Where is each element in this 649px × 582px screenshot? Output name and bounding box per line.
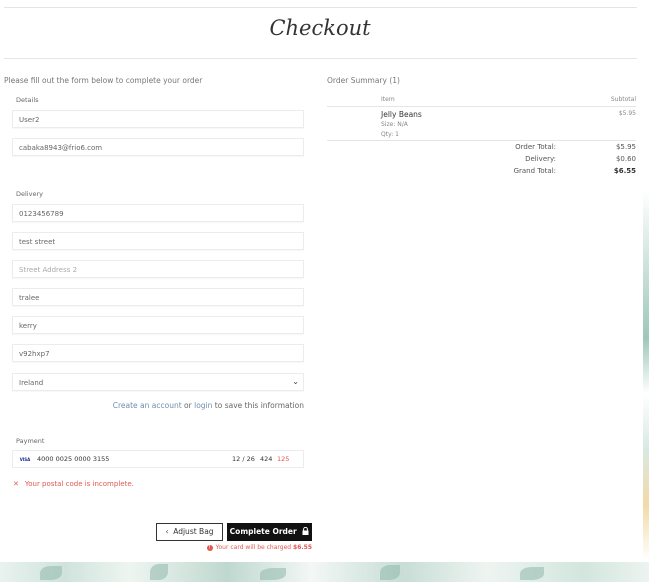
card-element[interactable]: VISA 4000 0025 0000 3155 12 / 26 424 125 <box>12 450 304 468</box>
town-field[interactable]: tralee <box>12 288 304 306</box>
order-summary-title: Order Summary (1) <box>327 76 400 85</box>
username-field[interactable]: User2 <box>12 110 304 128</box>
adjust-bag-button[interactable]: ‹ Adjust Bag <box>156 523 223 541</box>
header-top-divider <box>4 7 637 8</box>
phone-field[interactable]: 0123456789 <box>12 204 304 222</box>
summary-col-item: Item <box>381 96 395 103</box>
chevron-left-icon: ‹ <box>165 527 169 536</box>
grand-total-label: Grand Total: <box>513 167 556 175</box>
delivery-label: Delivery <box>16 190 43 198</box>
lock-icon <box>299 526 309 536</box>
card-expiry-input[interactable]: 12 / 26 <box>232 455 255 463</box>
header-bottom-divider <box>4 58 637 59</box>
product-size: Size: N/A <box>381 121 408 128</box>
product-qty: Qty: 1 <box>381 131 399 138</box>
card-number-input[interactable]: 4000 0025 0000 3155 <box>37 455 109 463</box>
adjust-bag-label: Adjust Bag <box>173 527 214 536</box>
street-address-2-field[interactable]: Street Address 2 <box>12 260 304 278</box>
card-error-text: Your postal code is incomplete. <box>24 480 134 488</box>
page-title: Checkout <box>269 16 371 40</box>
charge-amount: $6.55 <box>293 544 312 551</box>
complete-order-label: Complete Order <box>229 527 297 536</box>
save-info-line: Create an account or login to save this … <box>12 401 304 410</box>
postcode-field[interactable]: v92hxp7 <box>12 344 304 362</box>
leaf-background-bottom <box>0 562 649 582</box>
payment-label: Payment <box>16 437 45 445</box>
card-error-message: ✕ Your postal code is incomplete. <box>13 480 134 488</box>
product-price: $5.95 <box>618 110 636 117</box>
form-intro: Please fill out the form below to comple… <box>4 76 203 85</box>
login-link[interactable]: login <box>194 401 212 410</box>
details-label: Details <box>16 96 39 104</box>
delivery-cost-label: Delivery: <box>525 155 556 163</box>
chevron-down-icon: ⌄ <box>292 377 299 386</box>
product-name: Jelly Beans <box>381 110 422 119</box>
summary-col-subtotal: Subtotal <box>610 96 636 103</box>
complete-order-button[interactable]: Complete Order <box>227 523 312 541</box>
street-address-1-field[interactable]: test street <box>12 232 304 250</box>
create-account-link[interactable]: Create an account <box>113 401 182 410</box>
country-select[interactable]: Ireland ⌄ <box>12 373 304 391</box>
county-field[interactable]: kerry <box>12 316 304 334</box>
summary-items-divider <box>327 140 636 141</box>
save-info-or: or <box>184 401 192 410</box>
summary-header-divider <box>327 106 636 107</box>
visa-card-icon: VISA <box>19 457 31 462</box>
order-total-label: Order Total: <box>515 143 556 151</box>
country-select-value: Ireland <box>19 379 44 387</box>
grand-total-value: $6.55 <box>613 167 636 175</box>
error-x-icon: ✕ <box>13 480 19 488</box>
alert-icon: ! <box>206 544 213 551</box>
save-info-text: to save this information <box>214 401 304 410</box>
charge-note-text: Your card will be charged <box>215 544 292 551</box>
card-cvc-input[interactable]: 424 <box>260 455 272 463</box>
leaf-background-right <box>643 190 649 560</box>
card-postal-input[interactable]: 125 <box>277 455 289 463</box>
order-total-value: $5.95 <box>615 143 636 151</box>
delivery-cost-value: $0.60 <box>615 155 636 163</box>
email-field[interactable]: cabaka8943@frio6.com <box>12 138 304 156</box>
charge-note: ! Your card will be charged $6.55 <box>150 544 312 551</box>
